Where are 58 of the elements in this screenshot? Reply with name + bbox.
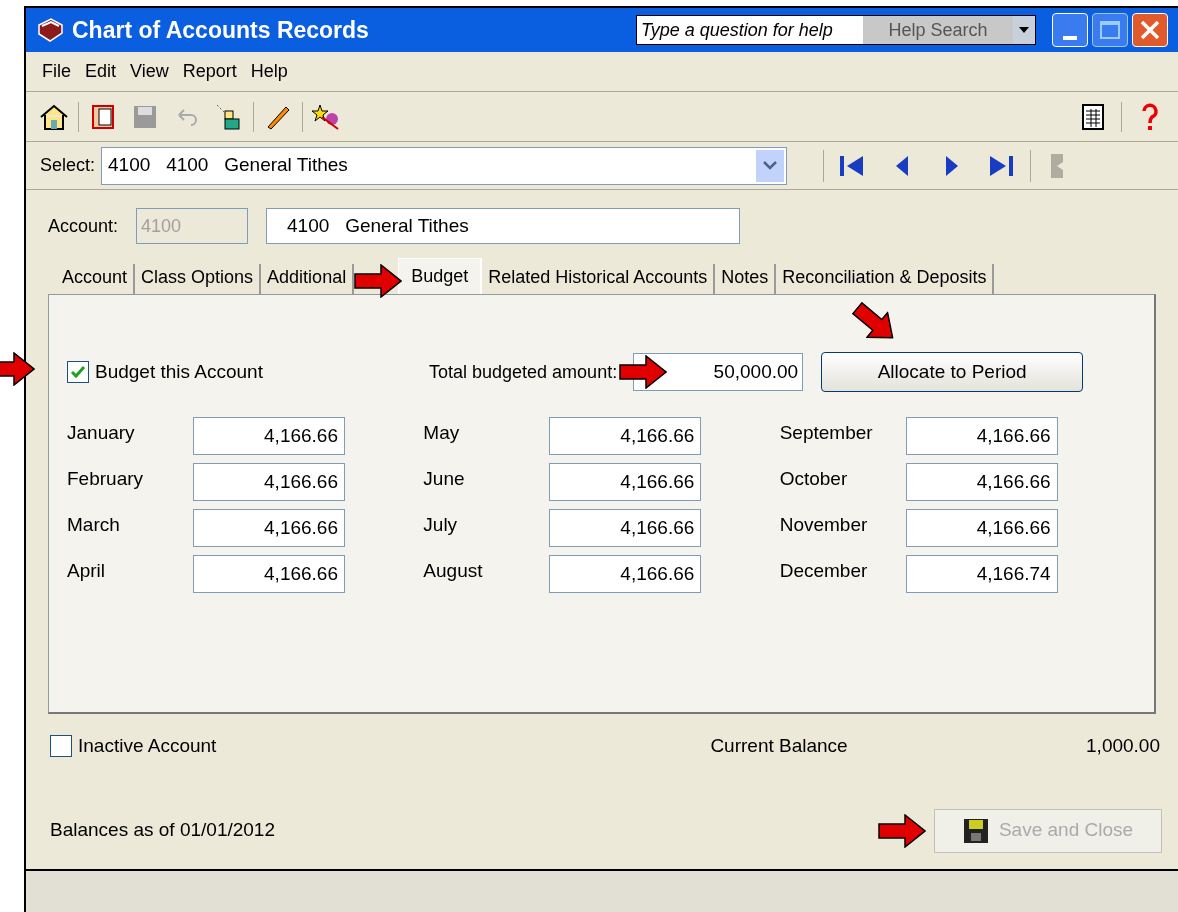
annotation-arrow-icon	[878, 813, 926, 848]
close-button[interactable]	[1132, 13, 1168, 47]
skip-forward-icon	[989, 154, 1016, 177]
month-amount-field[interactable]: 4,166.66	[193, 417, 345, 455]
month-label: July	[423, 512, 459, 537]
month-label: September	[779, 420, 874, 445]
month-amount-field[interactable]: 4,166.66	[549, 509, 702, 547]
total-budget-label: Total budgeted amount:	[429, 360, 618, 384]
triangle-left-icon	[895, 154, 910, 177]
checkbox[interactable]	[67, 361, 89, 383]
month-label: November	[779, 512, 869, 537]
chevron-down-icon	[763, 161, 778, 170]
check-icon	[70, 364, 86, 380]
select-label: Select:	[40, 154, 96, 177]
month-amount-field[interactable]: 4,166.66	[193, 555, 345, 593]
inactive-account-label: Inactive Account	[78, 734, 217, 758]
month-label: May	[423, 420, 461, 445]
current-balance-value: 1,000.00	[1086, 734, 1160, 758]
skip-back-icon	[839, 154, 866, 177]
month-amount-field[interactable]: 4,166.66	[905, 463, 1058, 501]
account-name-field[interactable]: 4100 General Tithes	[266, 208, 741, 244]
month-label: June	[423, 466, 466, 491]
account-label: Account:	[48, 214, 119, 238]
month-label: March	[67, 512, 121, 537]
menu-item[interactable]: View	[124, 58, 175, 85]
account-select[interactable]: 4100 4100 General Tithes	[101, 146, 788, 185]
menu-item[interactable]: Help	[244, 58, 294, 85]
total-budget-field[interactable]: 50,000.00	[633, 353, 804, 391]
close-icon	[1140, 20, 1160, 40]
month-label: August	[423, 558, 484, 583]
month-amount-field[interactable]: 4,166.66	[193, 463, 345, 501]
month-label: February	[67, 466, 145, 491]
month-amount-field[interactable]: 4,166.66	[905, 417, 1058, 455]
triangle-right-icon	[945, 154, 960, 177]
month-amount-field[interactable]: 4,166.66	[549, 463, 702, 501]
menu-item[interactable]: Edit	[79, 58, 123, 85]
annotation-arrow-icon	[354, 264, 403, 298]
month-amount-field[interactable]: 4,166.66	[549, 555, 702, 593]
month-amount-field[interactable]: 4,166.66	[193, 509, 345, 547]
menu-item[interactable]: File	[36, 58, 77, 85]
month-label: April	[67, 558, 106, 583]
allocate-button[interactable]: Allocate to Period	[821, 352, 1084, 392]
month-amount-field[interactable]: 4,166.66	[905, 509, 1058, 547]
window-title: Chart of Accounts Records	[72, 15, 369, 45]
budget-account-label: Budget this Account	[95, 359, 263, 384]
month-label: January	[67, 420, 136, 445]
current-balance-label: Current Balance	[710, 734, 848, 758]
balances-date-text: Balances as of 01/01/2012	[50, 818, 275, 843]
save-icon	[962, 817, 989, 844]
menu-item[interactable]: Report	[176, 58, 243, 85]
month-label: December	[779, 558, 869, 583]
minimize-button[interactable]	[1052, 13, 1088, 47]
checkbox[interactable]	[50, 735, 72, 758]
month-amount-field[interactable]: 4,166.66	[549, 417, 702, 455]
month-label: October	[779, 466, 849, 491]
annotation-arrow-icon	[619, 355, 668, 389]
month-amount-field[interactable]: 4,166.74	[905, 555, 1058, 593]
tab[interactable]: Budget	[398, 258, 483, 294]
